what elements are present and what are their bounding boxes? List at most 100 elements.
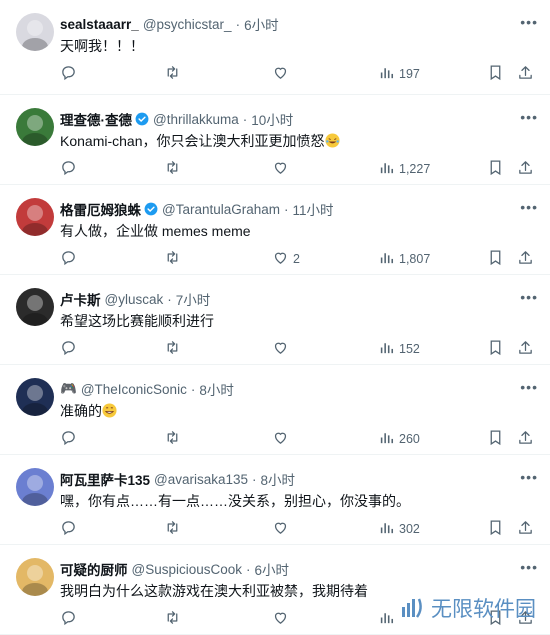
display-name[interactable]: 阿瓦里萨卡135: [60, 469, 150, 489]
retweet-button[interactable]: [164, 609, 181, 629]
retweet-button[interactable]: [164, 519, 181, 539]
share-button[interactable]: [517, 159, 534, 179]
reply-icon: [60, 249, 77, 269]
reply-button[interactable]: [60, 339, 77, 359]
more-options-icon[interactable]: •••: [520, 559, 538, 575]
reply-button[interactable]: [60, 429, 77, 449]
like-button[interactable]: [272, 609, 293, 629]
tweet-header: 阿瓦里萨卡135 @avarisaka135 · 8小时: [60, 469, 510, 489]
reply-icon: [60, 339, 77, 359]
share-button[interactable]: [517, 64, 534, 84]
tweet-text-container: 希望这场比赛能顺利进行: [60, 311, 214, 331]
bookmark-button[interactable]: [487, 64, 504, 84]
view-count: 260: [399, 432, 420, 446]
bookmark-button[interactable]: [487, 339, 504, 359]
avatar[interactable]: [16, 13, 54, 51]
reply-button[interactable]: [60, 249, 77, 269]
share-icon: [517, 339, 534, 359]
like-button[interactable]: [272, 519, 293, 539]
timestamp[interactable]: 8小时: [261, 469, 296, 489]
timestamp[interactable]: 11小时: [293, 199, 334, 219]
more-options-icon[interactable]: •••: [520, 109, 538, 125]
display-name[interactable]: 格雷厄姆狼蛛: [60, 199, 141, 219]
like-button[interactable]: 2: [272, 249, 300, 269]
timestamp[interactable]: 10小时: [251, 109, 293, 129]
avatar[interactable]: [16, 468, 54, 506]
avatar[interactable]: [16, 558, 54, 596]
tweet[interactable]: 卢卡斯 @yluscak · 7小时 ••• 希望这场比赛能顺利进行 152: [0, 275, 550, 365]
reply-button[interactable]: [60, 159, 77, 179]
retweet-button[interactable]: [164, 339, 181, 359]
tweet[interactable]: 理查德·查德 @thrillakkuma · 10小时 ••• Konami-c…: [0, 95, 550, 185]
more-options-icon[interactable]: •••: [520, 469, 538, 485]
tweet[interactable]: 阿瓦里萨卡135 @avarisaka135 · 8小时 ••• 嘿，你有点………: [0, 455, 550, 545]
like-button[interactable]: [272, 339, 293, 359]
timestamp[interactable]: 6小时: [255, 559, 290, 579]
views-button[interactable]: 260: [378, 429, 420, 449]
views-icon: [378, 519, 395, 539]
user-handle[interactable]: @psychicstar_: [143, 17, 232, 32]
share-button[interactable]: [517, 249, 534, 269]
display-name[interactable]: 🎮: [60, 381, 77, 397]
reply-button[interactable]: [60, 64, 77, 84]
user-handle[interactable]: @TheIconicSonic: [81, 382, 187, 397]
timestamp[interactable]: 6小时: [244, 14, 279, 34]
retweet-button[interactable]: [164, 64, 181, 84]
retweet-button[interactable]: [164, 159, 181, 179]
display-name[interactable]: 理查德·查德: [60, 109, 132, 129]
share-button[interactable]: [517, 519, 534, 539]
tweet-text-container: 准确的: [60, 401, 117, 421]
tweet-text: 天啊我！！！: [60, 38, 144, 54]
avatar[interactable]: [16, 108, 54, 146]
like-button[interactable]: [272, 429, 293, 449]
share-icon: [517, 429, 534, 449]
share-button[interactable]: [517, 429, 534, 449]
separator-dot: ·: [190, 381, 196, 397]
more-options-icon[interactable]: •••: [520, 14, 538, 30]
retweet-button[interactable]: [164, 429, 181, 449]
user-handle[interactable]: @avarisaka135: [154, 472, 248, 487]
views-icon: [378, 249, 395, 269]
timestamp[interactable]: 7小时: [176, 289, 211, 309]
retweet-button[interactable]: [164, 249, 181, 269]
user-handle[interactable]: @thrillakkuma: [153, 112, 239, 127]
views-button[interactable]: 302: [378, 519, 420, 539]
display-name[interactable]: 可疑的厨师: [60, 559, 128, 579]
views-button[interactable]: 197: [378, 64, 420, 84]
views-button[interactable]: 152: [378, 339, 420, 359]
bookmark-icon: [487, 429, 504, 449]
bookmark-button[interactable]: [487, 429, 504, 449]
more-options-icon[interactable]: •••: [520, 289, 538, 305]
user-handle[interactable]: @SuspiciousCook: [132, 562, 243, 577]
views-button[interactable]: 1,227: [378, 159, 430, 179]
user-handle[interactable]: @TarantulaGraham: [162, 202, 280, 217]
timestamp[interactable]: 8小时: [199, 379, 234, 399]
display-name[interactable]: 卢卡斯: [60, 289, 101, 309]
like-button[interactable]: [272, 64, 293, 84]
tweet-header: 可疑的厨师 @SuspiciousCook · 6小时: [60, 559, 510, 579]
bookmark-button[interactable]: [487, 159, 504, 179]
bookmark-button[interactable]: [487, 249, 504, 269]
display-name[interactable]: sealstaaarr_: [60, 17, 139, 32]
more-options-icon[interactable]: •••: [520, 379, 538, 395]
reply-button[interactable]: [60, 609, 77, 629]
bookmark-button[interactable]: [487, 519, 504, 539]
separator-dot: ·: [284, 201, 289, 217]
like-button[interactable]: [272, 159, 293, 179]
more-options-icon[interactable]: •••: [520, 199, 538, 215]
tweet[interactable]: 格雷厄姆狼蛛 @TarantulaGraham · 11小时 ••• 有人做，企…: [0, 185, 550, 275]
tweet-text-container: 我明白为什么这款游戏在澳大利亚被禁，我期待着: [60, 581, 368, 601]
user-handle[interactable]: @yluscak: [105, 292, 164, 307]
avatar[interactable]: [16, 288, 54, 326]
avatar[interactable]: [16, 378, 54, 416]
reply-button[interactable]: [60, 519, 77, 539]
views-button[interactable]: 1,807: [378, 249, 430, 269]
avatar[interactable]: [16, 198, 54, 236]
tweet[interactable]: 🎮 @TheIconicSonic · 8小时 ••• 准确的 260: [0, 365, 550, 455]
views-button[interactable]: [378, 609, 399, 629]
share-button[interactable]: [517, 339, 534, 359]
tweet[interactable]: sealstaaarr_ @psychicstar_ · 6小时 ••• 天啊我…: [0, 0, 550, 95]
bookmark-icon: [487, 249, 504, 269]
action-bar: 197: [60, 64, 534, 84]
bookmark-icon: [487, 519, 504, 539]
